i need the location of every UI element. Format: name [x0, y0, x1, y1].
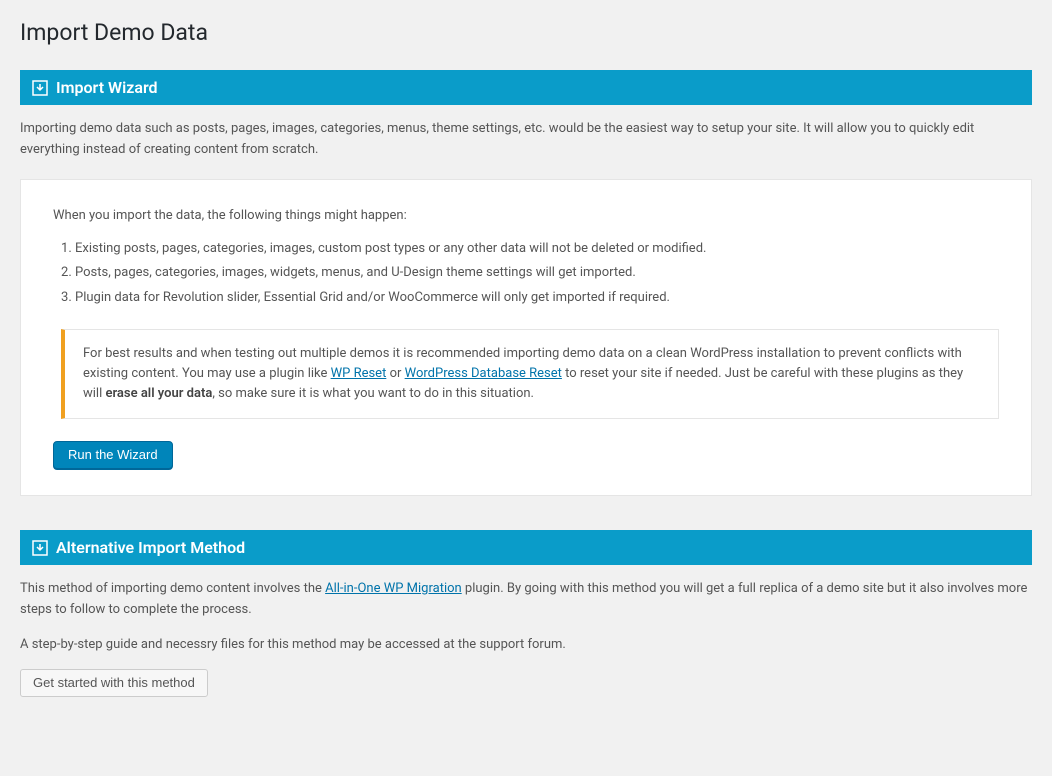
alt-p1a: This method of importing demo content in… [20, 581, 325, 596]
all-in-one-migration-link[interactable]: All-in-One WP Migration [325, 581, 462, 596]
wizard-header-title: Import Wizard [56, 78, 158, 97]
page-wrap: Import Demo Data Import Wizard Importing… [0, 0, 1052, 737]
wizard-intro-text: Importing demo data such as posts, pages… [20, 119, 1032, 161]
run-wizard-button[interactable]: Run the Wizard [53, 441, 173, 469]
page-title: Import Demo Data [20, 10, 1032, 50]
wizard-panel: When you import the data, the following … [20, 179, 1032, 496]
wp-database-reset-link[interactable]: WordPress Database Reset [405, 366, 562, 381]
alternative-p2: A step-by-step guide and necessry files … [20, 635, 1032, 656]
wizard-panel-lead: When you import the data, the following … [53, 208, 999, 223]
list-item: Posts, pages, categories, images, widget… [75, 261, 999, 286]
import-icon [32, 80, 48, 96]
import-icon [32, 540, 48, 556]
alternative-header-title: Alternative Import Method [56, 538, 245, 557]
wizard-happen-list: Existing posts, pages, categories, image… [53, 237, 999, 311]
notice-text: For best results and when testing out mu… [83, 344, 980, 404]
notice-or: or [386, 366, 404, 381]
list-item: Plugin data for Revolution slider, Essen… [75, 286, 999, 311]
list-item: Existing posts, pages, categories, image… [75, 237, 999, 262]
get-started-button[interactable]: Get started with this method [20, 669, 208, 697]
wizard-section-header: Import Wizard [20, 70, 1032, 105]
wp-reset-link[interactable]: WP Reset [331, 366, 387, 381]
alternative-p1: This method of importing demo content in… [20, 579, 1032, 621]
notice-part3: , so make sure it is what you want to do… [212, 386, 534, 401]
wizard-notice: For best results and when testing out mu… [61, 329, 999, 419]
notice-strong: erase all your data [105, 386, 212, 401]
alternative-section-header: Alternative Import Method [20, 530, 1032, 565]
